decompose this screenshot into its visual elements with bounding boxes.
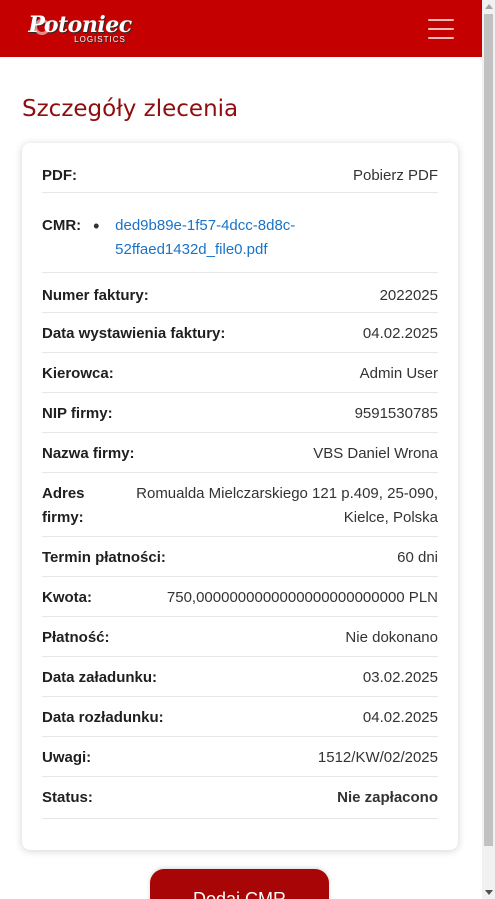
page-viewport: Potoniec LOGISTICS Szczegóły zlecenia PD… [0, 0, 482, 899]
address-line: Kielce, Polska [343, 509, 438, 526]
cmr-file-list: • ded9b89e-1f57-4dcc-8d8c-52ffaed1432d_f… [93, 214, 438, 262]
detail-row-payment: Płatność: Nie dokonano [42, 617, 438, 657]
detail-row-pdf: PDF: Pobierz PDF [42, 143, 438, 193]
detail-row-company-address: Adres firmy: Romualda Mielczarskiego 121… [42, 473, 438, 537]
add-cmr-button[interactable]: Dodaj CMR [150, 869, 329, 899]
detail-value: 1512/KW/02/2025 [317, 749, 438, 766]
list-item: • ded9b89e-1f57-4dcc-8d8c-52ffaed1432d_f… [93, 214, 438, 262]
hamburger-line [428, 18, 454, 21]
detail-value: VBS Daniel Wrona [313, 445, 438, 462]
detail-value: 2022025 [379, 287, 438, 304]
detail-row-invoice-date: Data wystawienia faktury: 04.02.2025 [42, 313, 438, 353]
detail-value: 750,0000000000000000000000000 PLN [166, 589, 438, 606]
detail-value: Admin User [359, 365, 438, 382]
detail-row-status: Status: Nie zapłacono [42, 777, 438, 819]
detail-row-driver: Kierowca: Admin User [42, 353, 438, 393]
detail-value: 9591530785 [354, 405, 438, 422]
detail-label: Uwagi: [42, 749, 92, 766]
detail-label: PDF: [42, 167, 77, 184]
detail-label: Data rozładunku: [42, 709, 164, 726]
scroll-up-arrow-icon[interactable] [485, 4, 493, 9]
brand-logo[interactable]: Potoniec LOGISTICS [28, 9, 132, 49]
detail-label: Nazwa firmy: [42, 445, 135, 462]
detail-label: CMR: [42, 217, 82, 234]
detail-label-line: Adres [42, 485, 85, 502]
scrollbar-thumb[interactable] [484, 14, 493, 846]
hamburger-line [428, 36, 454, 39]
bullet-icon: • [93, 216, 100, 236]
detail-label-line: firmy: [42, 509, 84, 526]
detail-row-payment-term: Termin płatności: 60 dni [42, 537, 438, 577]
logo-mark-icon [34, 18, 50, 35]
detail-label: Termin płatności: [42, 549, 166, 566]
detail-label: Kwota: [42, 589, 92, 606]
detail-value: 03.02.2025 [362, 669, 438, 686]
download-pdf-link[interactable]: Pobierz PDF [353, 164, 438, 188]
order-details-card: PDF: Pobierz PDF CMR: • ded9b89e-1f57-4d… [22, 143, 458, 850]
status-badge: Nie zapłacono [337, 789, 438, 806]
brand-subtitle: LOGISTICS [74, 34, 126, 44]
detail-label: Płatność: [42, 629, 110, 646]
detail-value: 60 dni [397, 549, 438, 566]
detail-value: Romualda Mielczarskiego 121 p.409, 25-09… [136, 482, 438, 530]
detail-row-company-name: Nazwa firmy: VBS Daniel Wrona [42, 433, 438, 473]
detail-label: Kierowca: [42, 365, 114, 382]
detail-row-notes: Uwagi: 1512/KW/02/2025 [42, 737, 438, 777]
detail-row-loading-date: Data załadunku: 03.02.2025 [42, 657, 438, 697]
address-line: Romualda Mielczarskiego 121 p.409, 25-09… [136, 485, 438, 502]
hamburger-line [428, 27, 454, 30]
detail-label: Data wystawienia faktury: [42, 325, 226, 342]
vertical-scrollbar[interactable] [482, 0, 495, 899]
detail-row-invoice-number: Numer faktury: 2022025 [42, 273, 438, 313]
scroll-down-arrow-icon[interactable] [485, 890, 493, 895]
hamburger-icon[interactable] [428, 18, 454, 39]
detail-value: Nie dokonano [345, 629, 438, 646]
detail-row-amount: Kwota: 750,0000000000000000000000000 PLN [42, 577, 438, 617]
detail-label: Numer faktury: [42, 287, 149, 304]
detail-row-nip: NIP firmy: 9591530785 [42, 393, 438, 433]
detail-value: 04.02.2025 [362, 709, 438, 726]
detail-row-unloading-date: Data rozładunku: 04.02.2025 [42, 697, 438, 737]
detail-row-cmr: CMR: • ded9b89e-1f57-4dcc-8d8c-52ffaed14… [42, 193, 438, 273]
top-navbar: Potoniec LOGISTICS [0, 0, 482, 57]
detail-label: Data załadunku: [42, 669, 158, 686]
detail-label: Adres firmy: [42, 482, 85, 530]
page-title: Szczegóły zlecenia [22, 96, 239, 122]
detail-label: NIP firmy: [42, 405, 113, 422]
cmr-file-link[interactable]: ded9b89e-1f57-4dcc-8d8c-52ffaed1432d_fil… [115, 214, 315, 262]
detail-value: 04.02.2025 [362, 325, 438, 342]
detail-label: Status: [42, 789, 93, 806]
